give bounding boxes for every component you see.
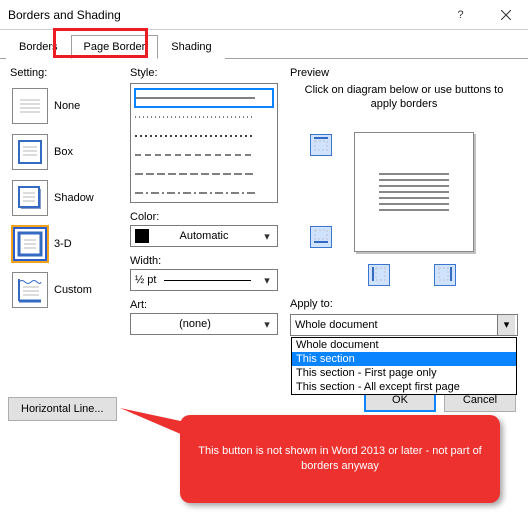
color-label: Color: [130,211,278,223]
style-column: Style: Color: Automatic ▾ Width: ½ pt ▾ [130,65,278,336]
style-list[interactable] [130,83,278,203]
apply-option-1[interactable]: This section [292,352,516,366]
preview-lines-icon [379,169,449,215]
setting-custom-label: Custom [54,284,92,296]
preview-hint: Click on diagram below or use buttons to… [300,83,508,112]
art-value: (none) [135,318,255,330]
border-right-button[interactable] [434,264,456,286]
setting-shadow[interactable]: Shadow [10,175,118,221]
annotation-callout: This button is not shown in Word 2013 or… [180,415,500,503]
close-button[interactable] [483,0,528,30]
width-combo[interactable]: ½ pt ▾ [130,269,278,291]
setting-shadow-icon [12,180,48,216]
apply-to-value: Whole document [295,319,497,331]
horizontal-line-button[interactable]: Horizontal Line... [8,397,117,421]
preview-column: Preview Click on diagram below or use bu… [290,65,518,336]
color-swatch-icon [135,229,149,243]
setting-none-label: None [54,100,80,112]
preview-label: Preview [290,67,518,79]
setting-none-icon [12,88,48,124]
preview-page[interactable] [354,132,474,252]
setting-label: Setting: [10,67,118,79]
setting-box-label: Box [54,146,73,158]
preview-lr-row [290,262,518,292]
help-button[interactable]: ? [438,0,483,30]
setting-custom-icon [12,272,48,308]
apply-option-2[interactable]: This section - First page only [292,366,516,380]
chevron-down-icon: ▾ [259,318,275,331]
preview-area [290,122,518,262]
setting-box[interactable]: Box [10,129,118,175]
setting-box-icon [12,134,48,170]
setting-column: Setting: None Box Shadow 3-D Custom [10,65,118,336]
tab-borders[interactable]: Borders [6,35,71,59]
dialog-title: Borders and Shading [8,8,438,22]
style-option-dotted-2[interactable] [135,127,273,145]
apply-option-3[interactable]: This section - All except first page [292,380,516,394]
art-label: Art: [130,299,278,311]
setting-shadow-label: Shadow [54,192,94,204]
width-preview-icon [164,280,251,281]
setting-3d-label: 3-D [54,238,72,250]
style-label: Style: [130,67,278,79]
style-option-dotted[interactable] [135,108,273,126]
chevron-down-icon: ▾ [259,230,275,243]
apply-to-combo[interactable]: Whole document ▾ Whole document This sec… [290,314,518,336]
titlebar: Borders and Shading ? [0,0,528,30]
width-label: Width: [130,255,278,267]
border-top-button[interactable] [310,134,332,156]
tab-page-border[interactable]: Page Border [71,35,159,59]
setting-none[interactable]: None [10,83,118,129]
style-option-dashed[interactable] [135,146,273,164]
setting-3d[interactable]: 3-D [10,221,118,267]
annotation-callout-text: This button is not shown in Word 2013 or… [198,444,482,474]
style-option-solid[interactable] [135,89,273,107]
style-option-dashdot[interactable] [135,184,273,202]
setting-3d-icon [12,226,48,262]
border-bottom-button[interactable] [310,226,332,248]
tabstrip: Borders Page Border Shading [0,30,528,59]
chevron-down-icon: ▾ [259,274,275,287]
color-value: Automatic [153,230,255,242]
apply-to-dropdown: Whole document This section This section… [291,337,517,395]
tab-shading[interactable]: Shading [158,35,224,59]
art-combo[interactable]: (none) ▾ [130,313,278,335]
apply-to-label: Apply to: [290,298,518,310]
style-option-dashed-2[interactable] [135,165,273,183]
callout-tail-icon [110,398,200,438]
border-left-button[interactable] [368,264,390,286]
apply-option-0[interactable]: Whole document [292,338,516,352]
width-value: ½ pt [135,274,156,286]
chevron-down-icon: ▾ [497,315,515,335]
setting-custom[interactable]: Custom [10,267,118,313]
dialog-body: Setting: None Box Shadow 3-D Custom [0,59,528,340]
dialog-window: Borders and Shading ? Borders Page Borde… [0,0,528,513]
close-icon [501,10,511,20]
apply-to-group: Apply to: Whole document ▾ Whole documen… [290,298,518,336]
color-combo[interactable]: Automatic ▾ [130,225,278,247]
